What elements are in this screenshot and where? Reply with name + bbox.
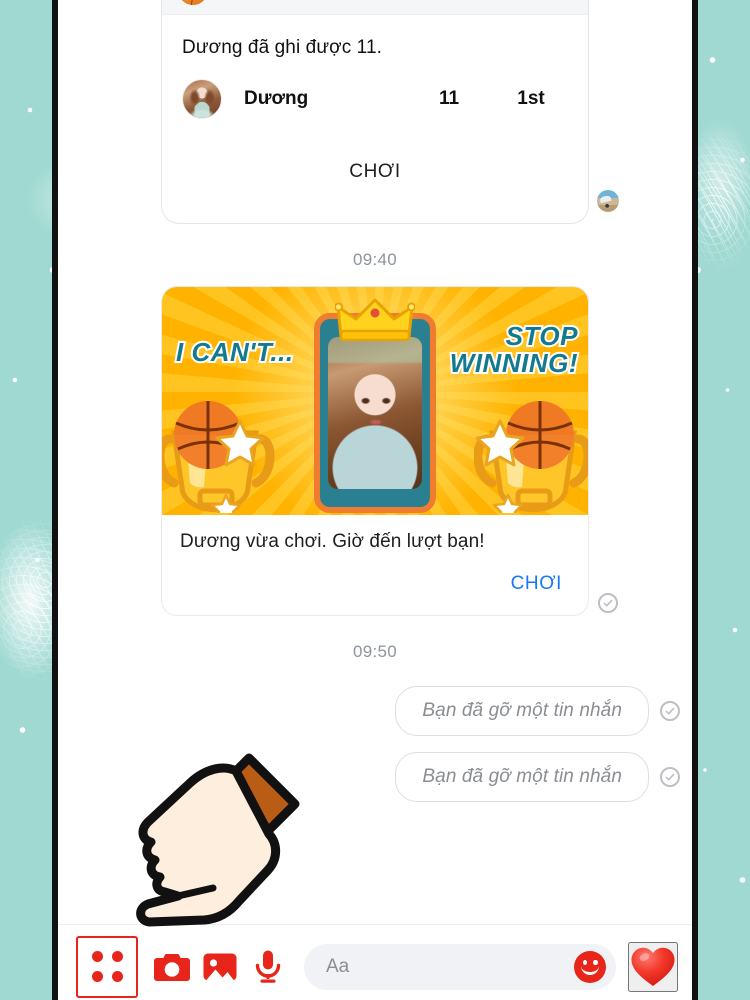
volume-down-button[interactable] xyxy=(52,270,57,370)
game-card-header: Basketball xyxy=(162,0,588,15)
removed-message-bubble[interactable]: Bạn đã gỡ một tin nhắn xyxy=(395,752,649,802)
crown-icon xyxy=(335,298,415,341)
emoji-button[interactable] xyxy=(574,950,606,983)
sticker-caption-text: Dương vừa chơi. Giờ đến lượt bạn! xyxy=(180,531,485,552)
leaderboard-row: Dương 11 1st xyxy=(180,77,570,129)
sticker-message-card[interactable]: I CAN'T... STOP WINNING! Dương vừa chơi.… xyxy=(161,286,618,616)
sticker-text-right: STOP WINNING! xyxy=(448,321,580,378)
timestamp-divider: 09:50 xyxy=(352,642,398,661)
sticker-selfie-photo xyxy=(328,337,422,489)
phone-frame: Basketball Dương đã ghi được 11. Dương 1… xyxy=(52,0,698,1000)
sticker-text-left: I CAN'T... xyxy=(174,337,295,367)
avatar xyxy=(182,79,222,119)
delivered-check-icon xyxy=(598,593,618,613)
camera-button[interactable] xyxy=(148,943,196,991)
composer-toolbar xyxy=(58,924,692,1000)
apps-grid-button[interactable] xyxy=(76,935,138,998)
leaderboard-rank: 1st xyxy=(517,88,545,109)
gallery-button[interactable] xyxy=(196,943,244,991)
volume-up-button[interactable] xyxy=(52,14,57,202)
image-icon xyxy=(203,953,237,980)
microphone-icon xyxy=(255,950,281,983)
camera-icon xyxy=(154,953,190,981)
sticker-card-actions: CHƠI xyxy=(162,565,588,615)
leaderboard-player-name: Dương xyxy=(244,88,309,109)
power-button[interactable] xyxy=(693,74,698,158)
message-row: Bạn đã gỡ một tin nhắn xyxy=(70,744,680,810)
delivered-check-icon xyxy=(660,767,680,787)
game-card-actions: CHƠI xyxy=(180,129,570,217)
sticker-phone-frame xyxy=(314,298,436,513)
message-input[interactable] xyxy=(326,955,574,978)
heart-icon xyxy=(631,947,675,986)
trophy-icon-left xyxy=(162,401,275,513)
timestamp-divider: 09:40 xyxy=(352,250,398,269)
play-button[interactable]: CHƠI xyxy=(507,571,566,597)
message-row: Bạn đã gỡ một tin nhắn xyxy=(70,678,680,744)
sticker-image: I CAN'T... STOP WINNING! xyxy=(162,287,588,515)
basketball-icon xyxy=(178,0,208,5)
chat-message-list[interactable]: Basketball Dương đã ghi được 11. Dương 1… xyxy=(58,0,692,924)
play-button[interactable]: CHƠI xyxy=(339,157,410,187)
game-score-card[interactable]: Basketball Dương đã ghi được 11. Dương 1… xyxy=(161,0,620,224)
grid-dots-icon xyxy=(91,951,123,982)
game-card-body: Dương đã ghi được 11. Dương 11 1st CHƠI xyxy=(162,15,588,223)
score-announcement-text: Dương đã ghi được 11. xyxy=(182,37,382,58)
delivered-check-icon xyxy=(660,701,680,721)
message-input-container[interactable] xyxy=(304,943,616,990)
trophy-icon-right xyxy=(474,401,588,513)
removed-message-bubble[interactable]: Bạn đã gỡ một tin nhắn xyxy=(395,686,649,736)
wallpaper-backdrop: Basketball Dương đã ghi được 11. Dương 1… xyxy=(0,0,750,1000)
seen-by-avatar xyxy=(596,189,620,213)
like-heart-button[interactable] xyxy=(628,941,678,992)
leaderboard-points: 11 xyxy=(438,88,460,109)
microphone-button[interactable] xyxy=(244,943,292,991)
game-title: Basketball xyxy=(220,0,304,1)
